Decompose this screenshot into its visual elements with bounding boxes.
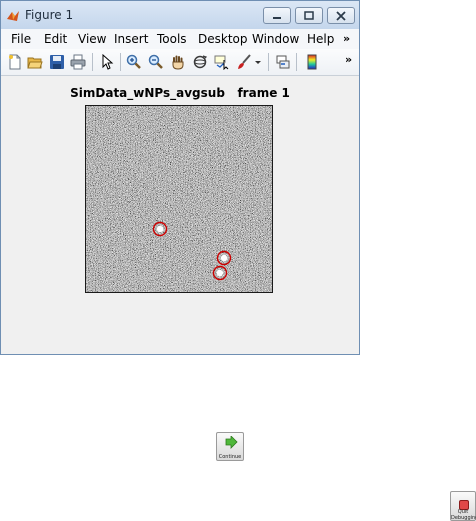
continue-label: Continue — [218, 454, 242, 460]
toolbar-separator — [92, 53, 93, 71]
data-cursor-icon[interactable] — [214, 54, 230, 70]
zoom-in-icon[interactable] — [126, 54, 142, 70]
particle-spot — [220, 254, 228, 262]
menu-desktop[interactable]: Desktop — [198, 32, 248, 46]
brush-dropdown-icon[interactable] — [253, 54, 263, 70]
continue-arrow-icon — [224, 435, 238, 454]
brush-icon[interactable] — [236, 54, 252, 70]
figure-window: Figure 1 File Edit View Insert Tools Des… — [0, 0, 360, 355]
zoom-out-icon[interactable] — [148, 54, 164, 70]
close-icon — [336, 11, 346, 21]
link-plot-icon[interactable] — [275, 54, 291, 70]
matlab-logo-icon — [6, 8, 20, 22]
menu-edit[interactable]: Edit — [44, 32, 67, 46]
figure-toolbar: » — [1, 49, 359, 76]
rotate-icon[interactable] — [192, 54, 208, 70]
quit-label-line2: Debugging — [451, 515, 476, 521]
plot-title: SimData_wNPs_avgsub frame 1 — [70, 86, 290, 100]
print-icon[interactable] — [70, 54, 86, 70]
toolbar-separator — [120, 53, 121, 71]
particle-spot — [156, 225, 164, 233]
colorbar-icon[interactable] — [304, 54, 320, 70]
image-axes[interactable] — [85, 105, 273, 293]
continue-button[interactable]: Continue — [216, 432, 244, 461]
toolbar-overflow-icon[interactable]: » — [345, 53, 352, 66]
menu-window[interactable]: Window — [252, 32, 299, 46]
minimize-button[interactable] — [263, 7, 291, 24]
menu-file[interactable]: File — [11, 32, 31, 46]
save-icon[interactable] — [49, 54, 65, 70]
noise-image — [86, 106, 272, 292]
particle-spot — [216, 269, 224, 277]
menu-overflow-icon[interactable]: » — [343, 32, 350, 45]
open-file-icon[interactable] — [27, 54, 43, 70]
maximize-button[interactable] — [295, 7, 323, 24]
menu-tools[interactable]: Tools — [157, 32, 187, 46]
close-button[interactable] — [327, 7, 355, 24]
window-title: Figure 1 — [25, 8, 74, 22]
menu-help[interactable]: Help — [307, 32, 334, 46]
menu-view[interactable]: View — [78, 32, 106, 46]
minimize-icon — [273, 17, 281, 19]
title-bar[interactable]: Figure 1 — [1, 1, 359, 30]
menu-bar: File Edit View Insert Tools Desktop Wind… — [1, 29, 359, 50]
maximize-icon — [304, 11, 314, 20]
quit-debugging-button[interactable]: Quit Debugging — [450, 491, 476, 521]
toolbar-separator — [296, 53, 297, 71]
new-figure-icon[interactable] — [7, 54, 23, 70]
noise-field — [86, 106, 272, 292]
toolbar-separator — [268, 53, 269, 71]
menu-insert[interactable]: Insert — [114, 32, 148, 46]
edit-plot-icon[interactable] — [99, 54, 115, 70]
pan-icon[interactable] — [170, 54, 186, 70]
